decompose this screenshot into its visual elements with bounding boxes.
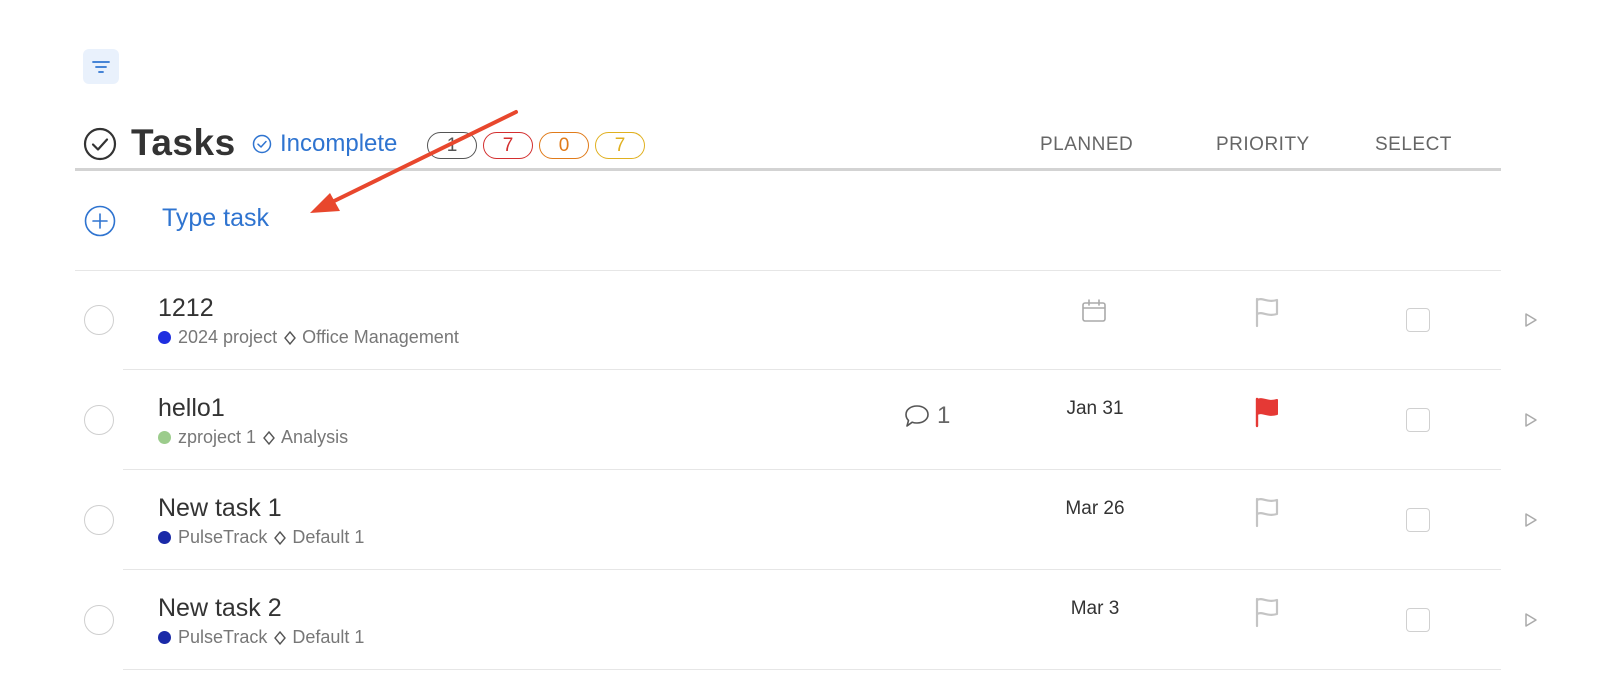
task-row[interactable]: New task 2 PulseTrack Default 1 Mar 3 — [0, 570, 1614, 670]
tasks-header: Tasks Incomplete 1 7 0 7 PLANNED PRIORIT… — [75, 110, 1501, 171]
play-icon[interactable] — [1524, 512, 1538, 528]
task-title[interactable]: 1212 — [158, 294, 214, 323]
check-circle-icon — [83, 127, 117, 161]
column-priority[interactable]: PRIORITY — [1216, 134, 1310, 156]
select-checkbox[interactable] — [1406, 408, 1430, 432]
task-title[interactable]: New task 2 — [158, 594, 282, 623]
project-color-dot — [158, 431, 171, 444]
page-title: Tasks — [131, 122, 236, 163]
diamond-icon — [274, 530, 287, 545]
task-section[interactable]: Default 1 — [292, 627, 364, 648]
add-task-row — [75, 170, 1501, 271]
planned-date[interactable]: Jan 31 — [1040, 398, 1150, 420]
task-section[interactable]: Analysis — [281, 427, 348, 448]
count-badges: 1 7 0 7 — [427, 132, 651, 159]
play-icon[interactable] — [1524, 612, 1538, 628]
comments-count-value: 1 — [937, 402, 951, 429]
comment-icon — [905, 405, 929, 427]
select-checkbox[interactable] — [1406, 308, 1430, 332]
task-meta: PulseTrack Default 1 — [158, 627, 364, 648]
play-icon[interactable] — [1524, 412, 1538, 428]
planned-date[interactable]: Mar 26 — [1040, 498, 1150, 520]
complete-toggle[interactable] — [84, 605, 114, 635]
diamond-icon — [284, 330, 296, 345]
task-title[interactable]: New task 1 — [158, 494, 282, 523]
status-filter-label: Incomplete — [280, 130, 398, 157]
task-meta: PulseTrack Default 1 — [158, 527, 364, 548]
comments-count[interactable]: 1 — [903, 402, 950, 430]
task-project[interactable]: 2024 project — [178, 327, 277, 348]
task-row[interactable]: 1212 2024 project Office Management — [0, 270, 1614, 370]
play-icon[interactable] — [1524, 312, 1538, 328]
task-meta: zproject 1 Analysis — [158, 427, 348, 448]
count-badge[interactable]: 0 — [539, 132, 589, 159]
column-planned[interactable]: PLANNED — [1040, 134, 1133, 156]
diamond-icon — [263, 430, 275, 445]
task-section[interactable]: Office Management — [302, 327, 459, 348]
flag-outline-icon[interactable] — [1253, 296, 1281, 328]
flag-outline-icon[interactable] — [1253, 596, 1281, 628]
task-project[interactable]: zproject 1 — [178, 427, 256, 448]
diamond-icon — [274, 630, 287, 645]
check-circle-small-icon — [252, 134, 272, 154]
plus-circle-icon[interactable] — [84, 205, 116, 237]
task-meta: 2024 project Office Management — [158, 327, 459, 348]
task-title[interactable]: hello1 — [158, 394, 225, 423]
task-row[interactable]: hello1 zproject 1 Analysis 1 Jan 31 — [0, 370, 1614, 470]
task-list: 1212 2024 project Office Management hell… — [0, 270, 1614, 670]
complete-toggle[interactable] — [84, 305, 114, 335]
task-section[interactable]: Default 1 — [292, 527, 364, 548]
complete-toggle[interactable] — [84, 505, 114, 535]
planned-date[interactable]: Mar 3 — [1040, 598, 1150, 620]
task-project[interactable]: PulseTrack — [178, 527, 267, 548]
project-color-dot — [158, 331, 171, 344]
task-row[interactable]: New task 1 PulseTrack Default 1 Mar 26 — [0, 470, 1614, 570]
status-filter[interactable]: Incomplete — [252, 130, 397, 158]
filter-icon — [92, 60, 110, 73]
flag-outline-icon[interactable] — [1253, 496, 1281, 528]
count-badge[interactable]: 7 — [595, 132, 645, 159]
count-badge[interactable]: 1 — [427, 132, 477, 159]
project-color-dot — [158, 531, 171, 544]
count-badge[interactable]: 7 — [483, 132, 533, 159]
project-color-dot — [158, 631, 171, 644]
filter-button[interactable] — [83, 49, 119, 84]
complete-toggle[interactable] — [84, 405, 114, 435]
task-project[interactable]: PulseTrack — [178, 627, 267, 648]
select-checkbox[interactable] — [1406, 508, 1430, 532]
column-select[interactable]: SELECT — [1375, 134, 1452, 156]
calendar-icon[interactable] — [1081, 298, 1107, 324]
add-task-input[interactable] — [162, 204, 762, 233]
select-checkbox[interactable] — [1406, 608, 1430, 632]
flag-filled-red-icon[interactable] — [1253, 396, 1281, 428]
